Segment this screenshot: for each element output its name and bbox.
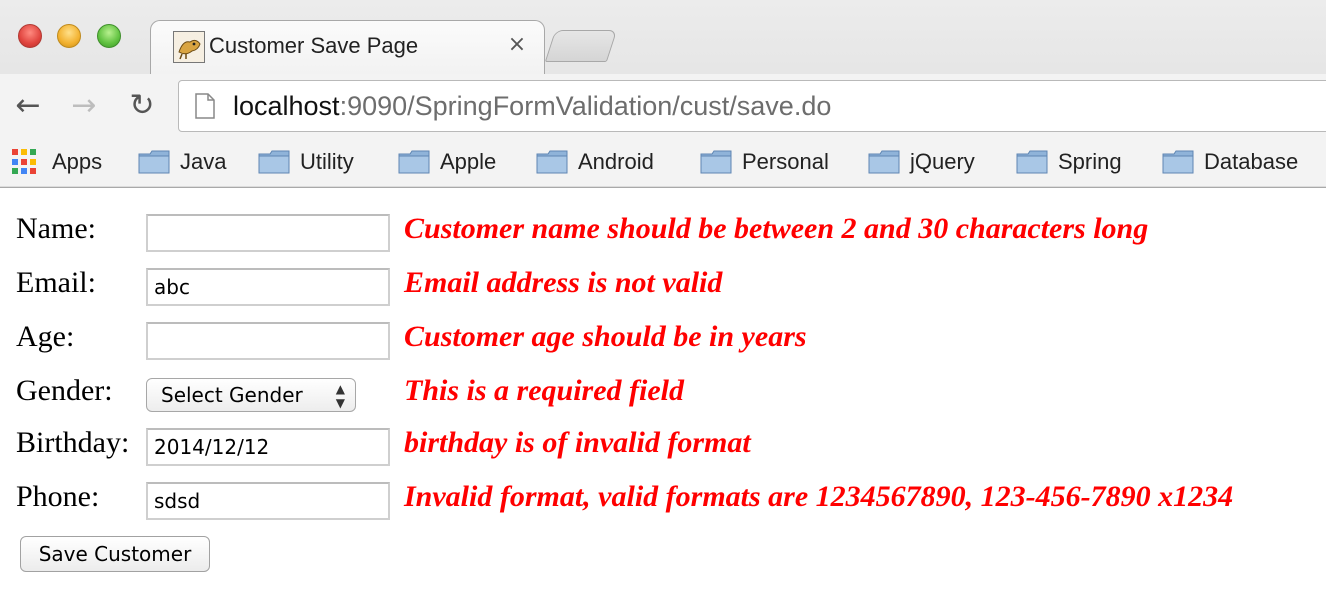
bookmark-label: Spring bbox=[1058, 149, 1122, 174]
tab-title: Customer Save Page bbox=[209, 33, 419, 58]
gender-selected-value: Select Gender bbox=[161, 383, 303, 407]
page-icon bbox=[195, 93, 215, 119]
minimize-window-button[interactable] bbox=[57, 24, 81, 48]
folder-icon bbox=[398, 150, 430, 174]
apps-dot bbox=[12, 149, 18, 155]
gender-label: Gender: bbox=[16, 374, 113, 407]
bookmark-folder-personal[interactable]: Personal bbox=[700, 146, 829, 178]
apps-dot bbox=[30, 158, 36, 165]
email-error: Email address is not valid bbox=[404, 266, 723, 299]
apps-dot bbox=[30, 168, 36, 175]
phone-error: Invalid format, valid formats are 123456… bbox=[404, 480, 1234, 513]
navigation-toolbar: ← → ↻ localhost:9090/SpringFormValidatio… bbox=[0, 74, 1326, 138]
bookmark-label: Apple bbox=[440, 149, 497, 174]
apps-dot bbox=[12, 168, 18, 175]
select-arrows-icon: ▲ ▼ bbox=[336, 380, 345, 410]
apps-dot bbox=[21, 168, 27, 175]
bookmark-apps[interactable]: Apps bbox=[12, 146, 102, 178]
bookmark-folder-jquery[interactable]: jQuery bbox=[868, 146, 975, 178]
bookmark-folder-android[interactable]: Android bbox=[536, 146, 654, 178]
tab-strip: Customer Save Page × bbox=[0, 0, 1326, 74]
name-label: Name: bbox=[16, 212, 96, 245]
name-error: Customer name should be between 2 and 30… bbox=[404, 212, 1149, 245]
url-host: localhost bbox=[233, 91, 340, 121]
bookmark-folder-spring[interactable]: Spring bbox=[1016, 146, 1122, 178]
tab-customer-save-page[interactable]: Customer Save Page × bbox=[150, 20, 545, 74]
bookmark-label: Utility bbox=[300, 149, 354, 174]
email-label: Email: bbox=[16, 266, 96, 299]
folder-icon bbox=[258, 150, 290, 174]
bookmark-label: jQuery bbox=[910, 149, 975, 174]
folder-icon bbox=[700, 150, 732, 174]
bookmark-folder-database[interactable]: Database bbox=[1162, 146, 1298, 178]
age-input[interactable] bbox=[146, 322, 390, 360]
bookmark-label: Android bbox=[578, 149, 654, 174]
form-row-age: Age: Customer age should be in years bbox=[0, 312, 1326, 366]
bookmarks-bar: Apps Java Utility Apple Android Personal… bbox=[0, 138, 1326, 186]
age-error: Customer age should be in years bbox=[404, 320, 807, 353]
phone-label: Phone: bbox=[16, 480, 100, 513]
forward-arrow-icon[interactable]: → bbox=[66, 88, 102, 124]
form-row-gender: Gender: Select Gender ▲ ▼ This is a requi… bbox=[0, 366, 1326, 420]
folder-icon bbox=[138, 150, 170, 174]
age-label: Age: bbox=[16, 320, 75, 353]
url-path: :9090/SpringFormValidation/cust/save.do bbox=[339, 91, 832, 121]
bookmark-folder-utility[interactable]: Utility bbox=[258, 146, 354, 178]
bookmark-label: Database bbox=[1204, 149, 1299, 174]
bookmark-folder-apple[interactable]: Apple bbox=[398, 146, 496, 178]
zoom-window-button[interactable] bbox=[97, 24, 121, 48]
bookmark-folder-java[interactable]: Java bbox=[138, 146, 226, 178]
url-text[interactable]: localhost:9090/SpringFormValidation/cust… bbox=[233, 91, 831, 122]
back-arrow-icon[interactable]: ← bbox=[10, 88, 46, 124]
apps-dot bbox=[21, 149, 27, 155]
folder-icon bbox=[1162, 150, 1194, 174]
birthday-error: birthday is of invalid format bbox=[404, 426, 751, 459]
form-row-email: Email: abc Email address is not valid bbox=[0, 258, 1326, 312]
reload-icon[interactable]: ↻ bbox=[124, 88, 160, 124]
folder-icon bbox=[1016, 150, 1048, 174]
close-window-button[interactable] bbox=[18, 24, 42, 48]
customer-form: Name: Customer name should be between 2 … bbox=[0, 188, 1326, 610]
email-input[interactable]: abc bbox=[146, 268, 390, 306]
folder-icon bbox=[868, 150, 900, 174]
form-row-birthday: Birthday: 2014/12/12 birthday is of inva… bbox=[0, 418, 1326, 472]
apps-dot bbox=[21, 158, 27, 165]
bookmark-label: Java bbox=[180, 149, 227, 174]
form-row-name: Name: Customer name should be between 2 … bbox=[0, 204, 1326, 258]
bookmark-label: Apps bbox=[52, 149, 103, 174]
browser-chrome: Customer Save Page × ← → ↻ localhost:909… bbox=[0, 0, 1326, 188]
apps-dot bbox=[12, 158, 18, 165]
up-arrow-icon: ▲ bbox=[335, 382, 345, 396]
apps-grid-icon bbox=[12, 149, 38, 175]
down-arrow-icon: ▼ bbox=[335, 396, 345, 410]
apps-dot bbox=[30, 149, 36, 155]
name-input[interactable] bbox=[146, 214, 390, 252]
gender-select[interactable]: Select Gender ▲ ▼ bbox=[146, 378, 356, 412]
birthday-label: Birthday: bbox=[16, 426, 130, 459]
new-tab-button[interactable] bbox=[544, 30, 618, 62]
tomcat-favicon-icon bbox=[173, 31, 205, 63]
address-bar[interactable]: localhost:9090/SpringFormValidation/cust… bbox=[178, 80, 1326, 132]
folder-icon bbox=[536, 150, 568, 174]
form-row-phone: Phone: sdsd Invalid format, valid format… bbox=[0, 472, 1326, 526]
gender-error: This is a required field bbox=[404, 374, 685, 407]
birthday-input[interactable]: 2014/12/12 bbox=[146, 428, 390, 466]
save-customer-button[interactable]: Save Customer bbox=[20, 536, 210, 572]
tab-close-icon[interactable]: × bbox=[503, 31, 531, 59]
phone-input[interactable]: sdsd bbox=[146, 482, 390, 520]
bookmark-label: Personal bbox=[742, 149, 829, 174]
